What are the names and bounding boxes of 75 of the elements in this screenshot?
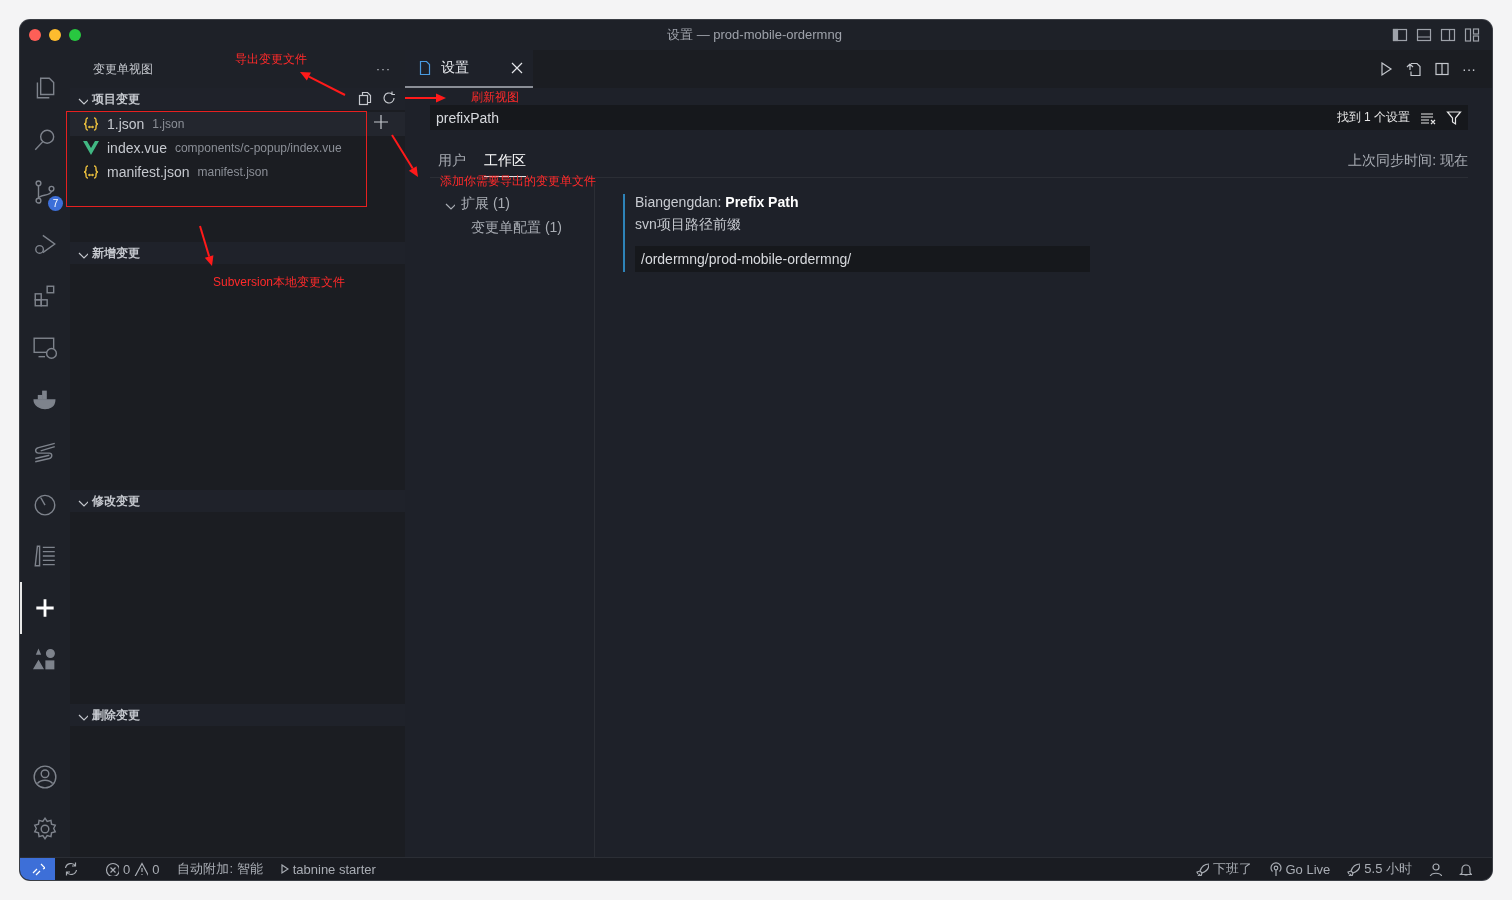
braces-icon	[83, 165, 99, 179]
sync-icon[interactable]	[63, 861, 79, 877]
rocket-icon[interactable]	[1194, 862, 1209, 876]
section-header[interactable]: 修改变更	[70, 490, 405, 512]
remote-monitor-icon[interactable]	[32, 335, 58, 361]
source-control-icon[interactable]	[32, 179, 58, 205]
result-count: 找到 1 个设置	[1336, 109, 1410, 126]
count-badge: 7	[48, 196, 63, 211]
status-item[interactable]: 下班了	[1186, 858, 1260, 880]
editor-tab[interactable]: 设置	[405, 50, 533, 88]
annotation-label: 导出变更文件	[235, 52, 307, 66]
zoom-button[interactable]	[69, 29, 81, 41]
filter-icon[interactable]	[1446, 109, 1462, 126]
file-name: 1.json	[107, 116, 145, 132]
section-header[interactable]: 删除变更	[70, 704, 405, 726]
section-header[interactable]: 项目变更	[70, 88, 405, 110]
status-item[interactable]: 5.5 小时	[1338, 858, 1420, 880]
panel-title: 变更单视图	[93, 60, 153, 78]
open-file-icon[interactable]	[1406, 61, 1422, 77]
bell-icon[interactable]	[1458, 862, 1472, 876]
search-field[interactable]: prefixPath 找到 1 个设置	[430, 105, 1468, 130]
input-field[interactable]: /ordermng/prod-mobile-ordermng/	[635, 246, 1090, 272]
settings-icon[interactable]	[32, 816, 58, 842]
annotation-label: 刷新视图	[471, 90, 519, 104]
status-item[interactable]: tabnine starter	[270, 858, 384, 880]
file-name: manifest.json	[107, 164, 190, 180]
activity-item[interactable]: 7	[20, 166, 70, 218]
problems-button[interactable]: 0 0	[87, 858, 168, 880]
error-icon[interactable]	[105, 862, 119, 876]
broadcast-icon[interactable]	[1267, 862, 1282, 876]
person-icon[interactable]	[1428, 862, 1442, 876]
layout-icon[interactable]	[1464, 27, 1480, 43]
refresh-icon[interactable]	[381, 90, 397, 106]
vue-logo-icon	[83, 141, 99, 155]
file-name: index.vue	[107, 140, 167, 156]
minimize-button[interactable]	[49, 29, 61, 41]
more-button[interactable]: ···	[1462, 61, 1476, 77]
file-path: manifest.json	[197, 165, 269, 179]
toc-item[interactable]: 变更单配置 (1)	[430, 216, 594, 240]
setting-description: svn项目路径前缀	[635, 216, 742, 234]
run-icon[interactable]	[1378, 61, 1394, 77]
file-item[interactable]: 1.json 1.json	[70, 112, 405, 136]
toc-item[interactable]: 扩展 (1)	[430, 192, 594, 216]
book-icon[interactable]	[32, 543, 58, 569]
file-path: 1.json	[152, 117, 185, 131]
arrow	[404, 93, 446, 103]
braces-icon	[83, 117, 99, 131]
file-icon[interactable]	[417, 60, 433, 76]
close-button[interactable]	[29, 29, 41, 41]
status-item[interactable]: Go Live	[1259, 858, 1339, 880]
add-icon[interactable]	[373, 114, 389, 130]
remote-button[interactable]	[20, 858, 55, 880]
panel-toggle-icon[interactable]	[1416, 27, 1432, 43]
status-item[interactable]: 自动附加: 智能	[167, 858, 271, 880]
arrow	[300, 72, 346, 96]
split-editor-icon[interactable]	[1434, 61, 1450, 77]
annotation-label: Subversion本地变更文件	[213, 275, 346, 289]
section-header[interactable]: 新增变更	[70, 242, 405, 264]
remote-icon[interactable]	[30, 862, 45, 876]
sync-status: 上次同步时间: 现在	[1348, 152, 1468, 170]
account-icon[interactable]	[32, 764, 58, 790]
more-button[interactable]: ···	[376, 62, 391, 76]
window-title: 设置 — prod-mobile-ordermng	[666, 26, 843, 44]
file-path: components/c-popup/index.vue	[174, 141, 342, 155]
file-item[interactable]: manifest.json manifest.json	[70, 160, 405, 184]
warning-icon[interactable]	[134, 862, 149, 876]
copy-icon[interactable]	[357, 90, 373, 106]
split-layout-icon[interactable]	[1440, 27, 1456, 43]
sidebar-toggle-icon[interactable]	[1392, 27, 1408, 43]
rocket-icon[interactable]	[1346, 862, 1361, 876]
annotation-label: 添加你需要导出的变更单文件	[440, 174, 596, 188]
file-item[interactable]: index.vue components/c-popup/index.vue	[70, 136, 405, 160]
arrow	[199, 225, 214, 266]
arrow	[391, 134, 418, 177]
setting-title: Biangengdan: Prefix Path	[635, 194, 800, 210]
